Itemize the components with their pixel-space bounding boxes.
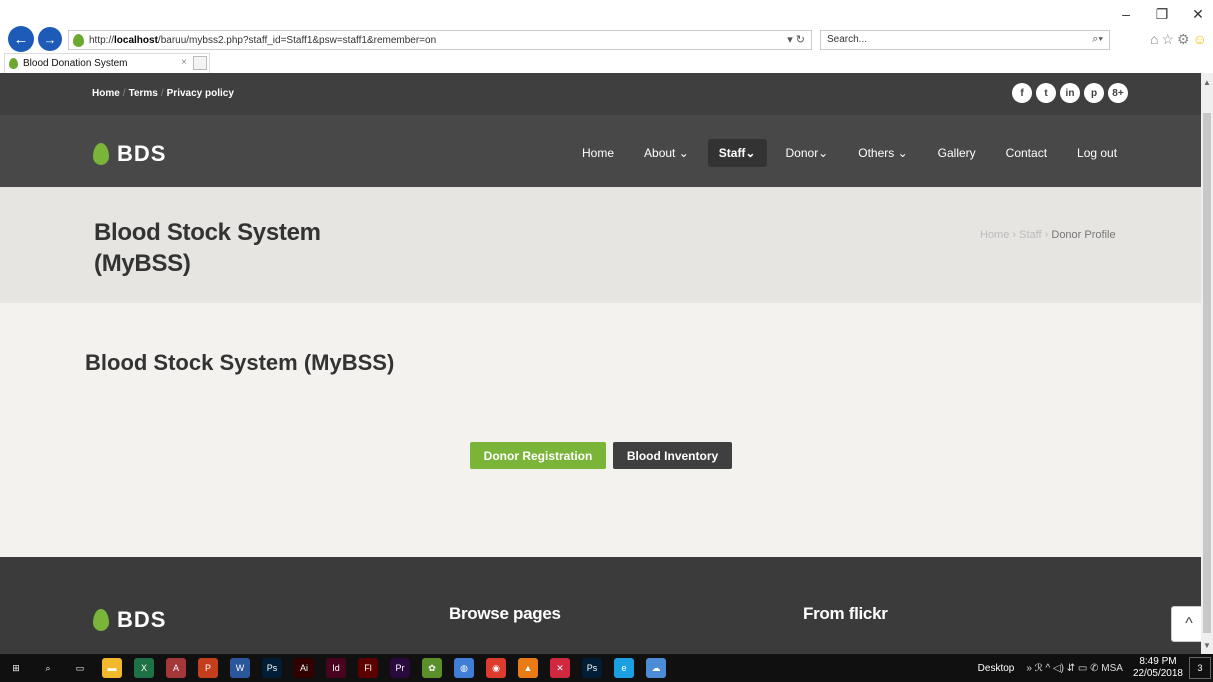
- google-plus-icon[interactable]: 8+: [1108, 83, 1128, 103]
- taskbar-tray: Desktop » ℛ ^ ◁) ⇵ ▭ ✆ MSA 8:49 PM 22/05…: [978, 654, 1213, 682]
- breadcrumb-home[interactable]: Home: [980, 229, 1009, 241]
- twitter-icon[interactable]: t: [1036, 83, 1056, 103]
- site-header: BDS Home About ⌄ Staff⌄ Donor⌄ Others ⌄ …: [0, 115, 1201, 187]
- taskbar-app-icon[interactable]: Ps: [582, 658, 602, 678]
- taskbar-app-icon[interactable]: Ai: [294, 658, 314, 678]
- taskbar-app-icon[interactable]: ✿: [422, 658, 442, 678]
- screen: – ❐ ✕ ← → http://localhost/baruu/mybss2.…: [0, 0, 1213, 682]
- scroll-up-icon[interactable]: ▲: [1203, 78, 1211, 87]
- site-footer: BDS Browse pages From flickr: [0, 557, 1201, 654]
- browser-chrome: – ❐ ✕ ← → http://localhost/baruu/mybss2.…: [0, 0, 1213, 73]
- forward-button[interactable]: →: [38, 27, 62, 51]
- back-button[interactable]: ←: [8, 26, 34, 52]
- tray-icons[interactable]: » ℛ ^ ◁) ⇵ ▭ ✆ MSA: [1026, 663, 1123, 674]
- taskbar-app-icon[interactable]: ▭: [70, 658, 90, 678]
- page-banner: Blood Stock System (MyBSS) Home › Staff …: [0, 187, 1201, 303]
- tab-close-icon[interactable]: ×: [181, 57, 187, 68]
- page-scrollbar[interactable]: ▲ ▼: [1201, 73, 1213, 654]
- browser-tab[interactable]: Blood Donation System ×: [4, 53, 210, 73]
- window-controls: – ❐ ✕: [1117, 6, 1207, 23]
- refresh-icon[interactable]: ▾ ↻: [787, 33, 805, 46]
- section-heading: Blood Stock System (MyBSS): [85, 350, 395, 375]
- taskbar-app-icon[interactable]: Id: [326, 658, 346, 678]
- top-link-privacy[interactable]: Privacy policy: [167, 88, 234, 99]
- site-favicon-icon: [73, 33, 84, 47]
- search-input[interactable]: Search... ⌕▾: [820, 30, 1110, 50]
- taskbar-clock[interactable]: 8:49 PM 22/05/2018: [1133, 656, 1183, 680]
- new-tab-icon[interactable]: [193, 56, 207, 70]
- maximize-button[interactable]: ❐: [1153, 6, 1171, 23]
- footer-logo[interactable]: BDS: [93, 607, 166, 633]
- taskbar-app-icon[interactable]: ◍: [454, 658, 474, 678]
- facebook-icon[interactable]: f: [1012, 83, 1032, 103]
- top-links: Home / Terms / Privacy policy: [92, 88, 234, 99]
- social-icons: f t in p 8+: [1012, 83, 1128, 103]
- taskbar-app-icon[interactable]: ◉: [486, 658, 506, 678]
- top-strip: Home / Terms / Privacy policy f t in p 8+: [0, 73, 1201, 115]
- top-link-terms[interactable]: Terms: [129, 88, 158, 99]
- main-menu: Home About ⌄ Staff⌄ Donor⌄ Others ⌄ Gall…: [571, 139, 1136, 167]
- blood-drop-icon: [93, 143, 109, 165]
- taskbar-app-icon[interactable]: A: [166, 658, 186, 678]
- footer-flickr-heading: From flickr: [803, 604, 888, 623]
- tab-title: Blood Donation System: [23, 58, 128, 69]
- address-bar[interactable]: http://localhost/baruu/mybss2.php?staff_…: [68, 30, 812, 50]
- taskbar-app-icon[interactable]: P: [198, 658, 218, 678]
- page-title: Blood Stock System (MyBSS): [94, 219, 321, 277]
- taskbar-app-icon[interactable]: Pr: [390, 658, 410, 678]
- taskbar-app-icon[interactable]: ☁: [646, 658, 666, 678]
- pinterest-icon[interactable]: p: [1084, 83, 1104, 103]
- taskbar-app-icon[interactable]: ⊞: [6, 658, 26, 678]
- blood-inventory-button[interactable]: Blood Inventory: [613, 442, 732, 469]
- taskbar-app-icon[interactable]: W: [230, 658, 250, 678]
- taskbar-app-icon[interactable]: ✕: [550, 658, 570, 678]
- logo-text: BDS: [117, 141, 167, 166]
- home-star-gear-icon[interactable]: ⌂☆⚙: [1150, 31, 1193, 47]
- linkedin-icon[interactable]: in: [1060, 83, 1080, 103]
- menu-donor[interactable]: Donor⌄: [775, 139, 840, 167]
- feedback-smiley-icon[interactable]: ☺: [1193, 31, 1210, 47]
- breadcrumb: Home › Staff › Donor Profile: [980, 229, 1116, 241]
- menu-others[interactable]: Others ⌄: [847, 139, 918, 167]
- breadcrumb-staff[interactable]: Staff: [1019, 229, 1041, 241]
- menu-about[interactable]: About ⌄: [633, 139, 700, 167]
- search-icon[interactable]: ⌕▾: [1092, 33, 1103, 46]
- browser-toolbar-icons[interactable]: ⌂☆⚙☺: [1150, 31, 1210, 48]
- close-window-button[interactable]: ✕: [1189, 6, 1207, 23]
- taskbar-app-icon[interactable]: ⌕: [38, 658, 58, 678]
- menu-contact[interactable]: Contact: [995, 139, 1058, 167]
- taskbar-apps: ⊞ ⌕ ▭ ▬ X A P W Ps Ai Id Fl Pr ✿ ◍ ◉ ▲ ✕ Ps e ☁: [0, 658, 672, 678]
- site-logo[interactable]: BDS: [93, 141, 166, 167]
- windows-taskbar: ⊞ ⌕ ▭ ▬ X A P W Ps Ai Id Fl Pr ✿ ◍ ◉ ▲ ✕ Ps e ☁ Desktop » ℛ …: [0, 654, 1213, 682]
- footer-blood-drop-icon: [93, 609, 109, 631]
- footer-logo-text: BDS: [117, 607, 167, 632]
- menu-staff[interactable]: Staff⌄: [707, 139, 767, 167]
- address-url: http://localhost/baruu/mybss2.php?staff_…: [89, 34, 437, 46]
- notification-center-icon[interactable]: 3: [1189, 657, 1211, 679]
- footer-browse-pages-heading: Browse pages: [449, 604, 561, 623]
- taskbar-app-icon[interactable]: ▬: [102, 658, 122, 678]
- taskbar-app-icon[interactable]: ▲: [518, 658, 538, 678]
- donor-registration-button[interactable]: Donor Registration: [470, 442, 606, 469]
- main-content: Blood Stock System (MyBSS) Donor Registr…: [0, 303, 1201, 557]
- scroll-down-icon[interactable]: ▼: [1203, 641, 1211, 650]
- breadcrumb-current: Donor Profile: [1051, 229, 1116, 241]
- taskbar-app-icon[interactable]: X: [134, 658, 154, 678]
- taskbar-app-icon[interactable]: e: [614, 658, 634, 678]
- menu-logout[interactable]: Log out: [1066, 139, 1128, 167]
- tab-favicon-icon: [9, 58, 18, 69]
- top-link-home[interactable]: Home: [92, 88, 120, 99]
- scrollbar-thumb[interactable]: [1203, 113, 1211, 633]
- desktop-toolbar[interactable]: Desktop: [978, 663, 1015, 674]
- menu-home[interactable]: Home: [571, 139, 625, 167]
- taskbar-app-icon[interactable]: Fl: [358, 658, 378, 678]
- menu-gallery[interactable]: Gallery: [927, 139, 987, 167]
- taskbar-app-icon[interactable]: Ps: [262, 658, 282, 678]
- minimize-button[interactable]: –: [1117, 6, 1135, 23]
